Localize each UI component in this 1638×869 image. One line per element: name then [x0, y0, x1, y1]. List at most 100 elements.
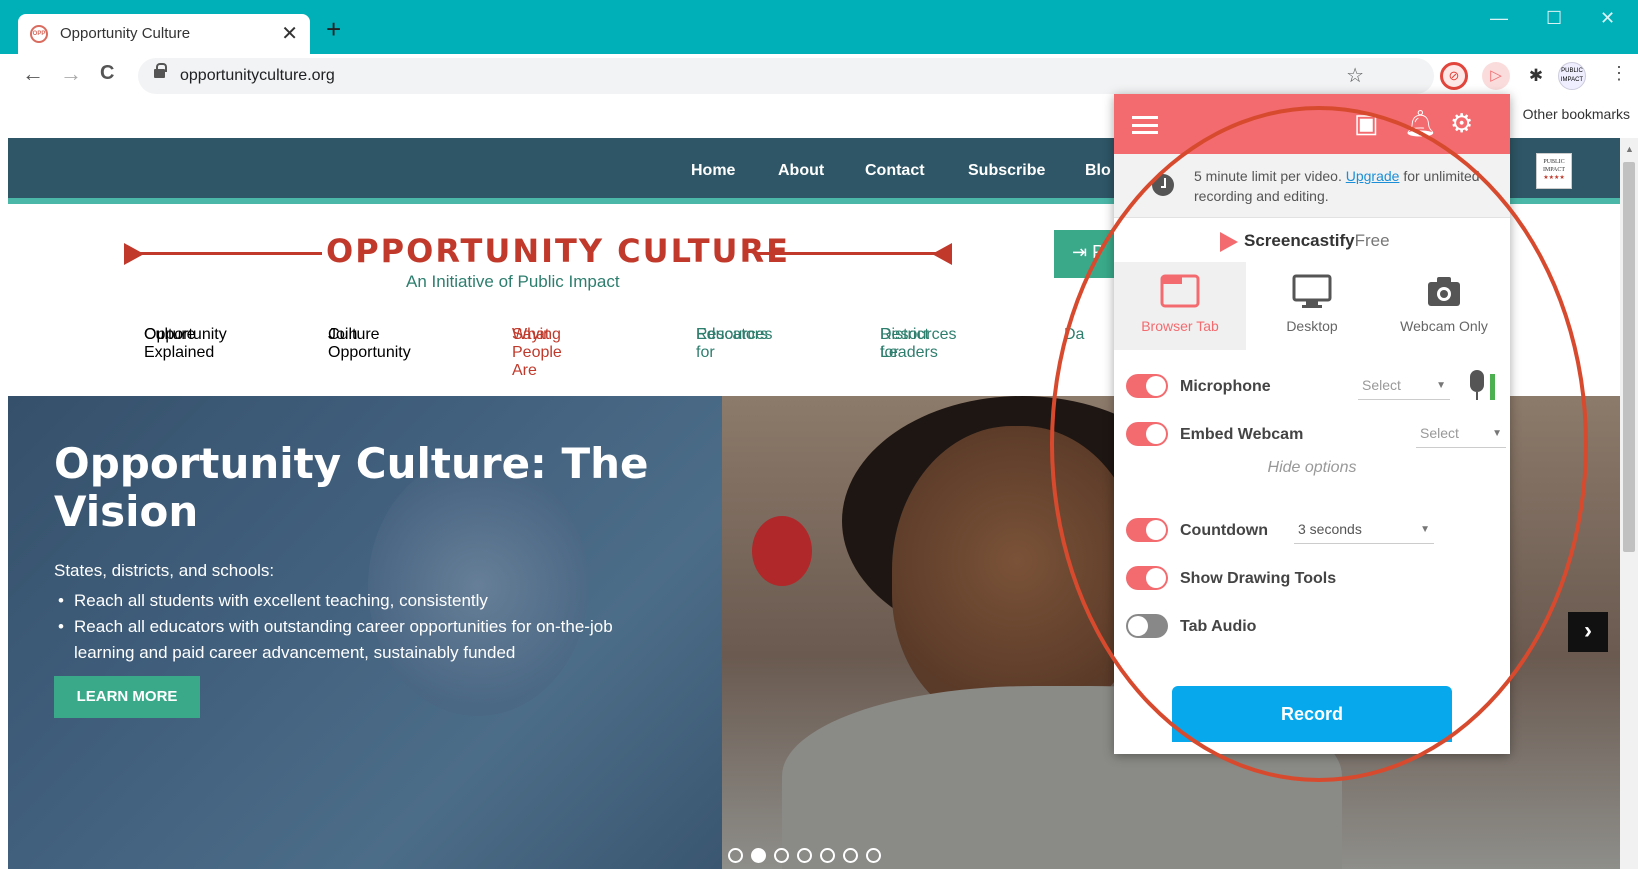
record-button[interactable]: Record — [1172, 686, 1452, 742]
opportunity-culture-logo[interactable]: OPPORTUNITY CULTURE An Initiative of Pub… — [116, 232, 956, 292]
drawing-tools-toggle[interactable] — [1126, 566, 1168, 590]
other-bookmarks-link[interactable]: Other bookmarks — [1523, 106, 1630, 122]
chevron-down-icon: ▼ — [1492, 428, 1502, 439]
browser-tab[interactable]: OPP Opportunity Culture ✕ — [18, 14, 310, 54]
public-impact-extension-icon[interactable]: PUBLIC IMPACT — [1558, 62, 1586, 90]
microphone-select[interactable]: Select ▼ — [1358, 374, 1450, 400]
nav-home[interactable]: Home — [691, 162, 735, 180]
pi-logo-line-2: IMPACT — [1542, 167, 1566, 173]
carousel-dots — [728, 848, 889, 864]
tab-audio-label: Tab Audio — [1180, 618, 1257, 635]
carousel-dot[interactable] — [843, 848, 858, 863]
puzzle-extensions-icon[interactable]: ✱ — [1522, 62, 1550, 90]
webcam-select[interactable]: Select ▼ — [1416, 422, 1506, 448]
public-impact-logo[interactable]: PUBLIC IMPACT ★★★★ — [1536, 153, 1572, 189]
logo-line-right — [756, 252, 936, 255]
screencastify-popup: ▣ 🔔︎ ⚙ 5 minute limit per video. Upgrade… — [1114, 94, 1510, 754]
page-scrollbar[interactable]: ▲ — [1620, 138, 1638, 869]
mode-webcam-only[interactable]: Webcam Only — [1378, 262, 1510, 350]
clock-icon — [1152, 174, 1174, 196]
hero-intro: States, districts, and schools: — [54, 561, 275, 580]
mic-level-meter — [1490, 374, 1495, 400]
tab-audio-toggle[interactable] — [1126, 614, 1168, 638]
logo-arrow-right-icon — [932, 243, 952, 265]
extension-red-icon[interactable]: ⊘ — [1440, 62, 1468, 90]
new-tab-button[interactable]: + — [326, 16, 341, 42]
tab-title: Opportunity Culture — [60, 25, 191, 42]
microphone-label: Microphone — [1180, 378, 1271, 395]
subnav-line-2: Culture — [328, 326, 380, 343]
hide-options-link[interactable]: Hide options — [1114, 459, 1510, 477]
browser-tab-icon — [1160, 274, 1200, 308]
hero-bullet: Reach all educators with outstanding car… — [54, 614, 674, 666]
carousel-dot[interactable] — [797, 848, 812, 863]
tab-audio-option: Tab Audio — [1126, 610, 1506, 640]
recordings-icon[interactable]: ▣ — [1354, 110, 1379, 136]
subnav-line-1: Da — [1064, 326, 1085, 343]
browser-menu-icon[interactable]: ⋮ — [1610, 64, 1628, 82]
desktop-monitor-icon — [1292, 274, 1332, 308]
embed-webcam-toggle[interactable] — [1126, 422, 1168, 446]
carousel-next-icon[interactable]: › — [1568, 612, 1608, 652]
subnav-line-2: Saying — [512, 326, 561, 343]
screencastify-extension-icon[interactable]: ▷ — [1482, 62, 1510, 90]
site-favicon-icon: OPP — [30, 25, 48, 43]
logo-subtitle: An Initiative of Public Impact — [406, 272, 620, 291]
drawing-tools-option: Show Drawing Tools — [1126, 562, 1506, 592]
photo-scrunchie — [752, 516, 812, 586]
mode-browser-tab[interactable]: Browser Tab — [1114, 262, 1246, 350]
gear-icon[interactable]: ⚙ — [1450, 110, 1473, 136]
subnav-line-2: Educators — [696, 326, 769, 343]
browser-toolbar: ← → C opportunityculture.org ☆ ⊘ ▷ ✱ PUB… — [0, 54, 1638, 98]
carousel-dot[interactable] — [728, 848, 743, 863]
carousel-dot[interactable] — [866, 848, 881, 863]
hamburger-menu-icon[interactable] — [1132, 116, 1158, 134]
limit-notice-text: 5 minute limit per video. Upgrade for un… — [1194, 166, 1494, 206]
reload-icon[interactable]: C — [100, 63, 114, 83]
scrollbar-thumb[interactable] — [1623, 162, 1635, 552]
embed-webcam-option: Embed Webcam Select ▼ — [1126, 418, 1506, 448]
minimize-icon[interactable]: — — [1490, 8, 1508, 29]
countdown-label: Countdown — [1180, 522, 1268, 539]
screenshot-root: OPP Opportunity Culture ✕ + — ☐ ✕ ← → C … — [0, 0, 1638, 869]
nav-blog[interactable]: Blo — [1085, 162, 1111, 180]
address-bar[interactable]: opportunityculture.org ☆ — [138, 58, 1434, 94]
carousel-dot[interactable] — [774, 848, 789, 863]
microphone-toggle[interactable] — [1126, 374, 1168, 398]
embed-webcam-label: Embed Webcam — [1180, 426, 1304, 443]
nav-about[interactable]: About — [778, 162, 824, 180]
nav-contact[interactable]: Contact — [865, 162, 925, 180]
photo-face — [892, 426, 1142, 726]
back-arrow-icon[interactable]: ← — [22, 63, 44, 85]
screencastify-logo-icon — [1220, 231, 1238, 252]
scroll-up-icon[interactable]: ▲ — [1625, 144, 1634, 154]
carousel-dot[interactable] — [751, 848, 766, 863]
bell-icon[interactable]: 🔔︎ — [1404, 110, 1437, 136]
forward-arrow-icon[interactable]: → — [60, 63, 82, 85]
url-text: opportunityculture.org — [180, 67, 335, 84]
tab-close-icon[interactable]: ✕ — [281, 21, 298, 46]
chevron-down-icon: ▼ — [1436, 380, 1446, 391]
mode-label: Webcam Only — [1400, 318, 1488, 334]
learn-more-button[interactable]: LEARN MORE — [54, 676, 200, 718]
brand-name: Screencastify — [1244, 231, 1355, 250]
mode-desktop[interactable]: Desktop — [1246, 262, 1378, 350]
bookmark-star-icon[interactable]: ☆ — [1346, 63, 1364, 88]
countdown-toggle[interactable] — [1126, 518, 1168, 542]
subnav-line-2: Culture Explained — [144, 326, 215, 361]
brand-tier: Free — [1354, 231, 1390, 250]
countdown-option: Countdown 3 seconds ▼ — [1126, 514, 1506, 544]
window-close-icon[interactable]: ✕ — [1600, 8, 1615, 29]
carousel-dot[interactable] — [820, 848, 835, 863]
camera-icon — [1428, 277, 1460, 306]
pi-logo-stars: ★★★★ — [1543, 175, 1565, 181]
upgrade-link[interactable]: Upgrade — [1346, 168, 1400, 184]
nav-subscribe[interactable]: Subscribe — [968, 162, 1045, 180]
hero-bullet: Reach all students with excellent teachi… — [54, 588, 674, 614]
mode-label: Desktop — [1286, 318, 1338, 334]
maximize-icon[interactable]: ☐ — [1546, 8, 1562, 29]
recording-modes: Browser Tab Desktop Webcam Only — [1114, 262, 1510, 350]
screencastify-header: ▣ 🔔︎ ⚙ — [1114, 94, 1510, 154]
microphone-option: Microphone Select ▼ — [1126, 370, 1506, 400]
countdown-select[interactable]: 3 seconds ▼ — [1294, 518, 1434, 544]
